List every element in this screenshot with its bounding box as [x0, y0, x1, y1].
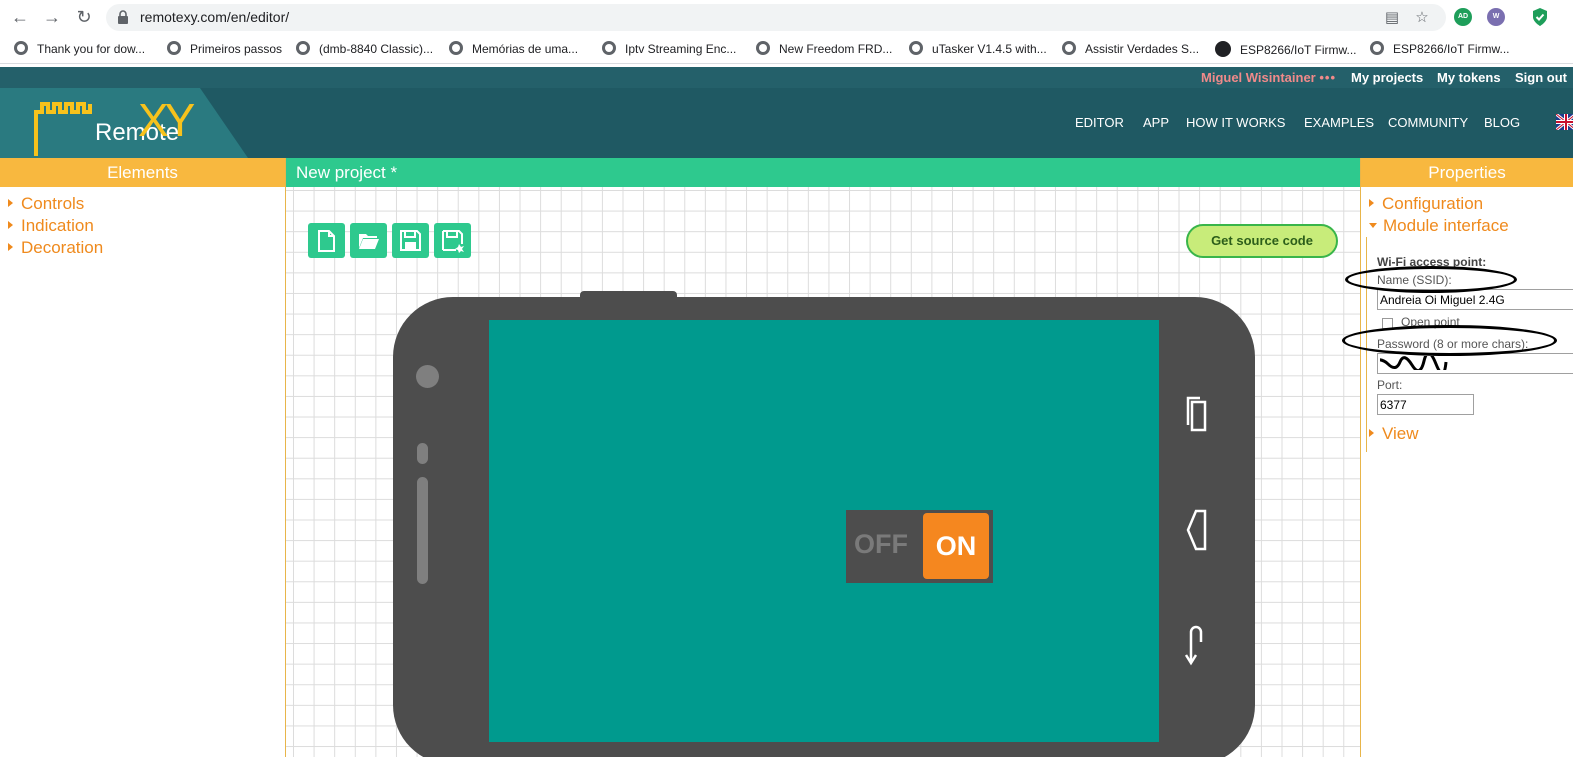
new-file-icon [318, 230, 335, 252]
bookmark-item[interactable]: Assistir Verdades S... [1062, 41, 1199, 59]
back-key-icon [1184, 625, 1203, 666]
save-disk-icon [400, 230, 421, 251]
extension-ad-icon[interactable]: AD [1454, 8, 1472, 26]
nav-blog[interactable]: BLOG [1484, 115, 1520, 130]
triangle-right-icon [8, 243, 13, 251]
password-input[interactable] [1367, 351, 1573, 375]
globe-icon [296, 41, 310, 55]
my-projects-link[interactable]: My projects [1351, 70, 1423, 85]
bookmarks-bar: Thank you for dow... Primeiros passos (d… [0, 35, 1573, 64]
nav-examples[interactable]: EXAMPLES [1304, 115, 1374, 130]
tree-item-indication[interactable]: Indication [8, 216, 94, 236]
triangle-right-icon [1369, 199, 1374, 207]
shield-check-icon[interactable] [1531, 7, 1549, 27]
properties-panel-title: Properties [1361, 158, 1573, 187]
bookmark-item[interactable]: Thank you for dow... [14, 41, 145, 59]
lock-icon [118, 10, 128, 24]
on-off-switch[interactable]: OFF ON [846, 510, 993, 583]
globe-icon [602, 41, 616, 55]
uk-flag-icon[interactable] [1556, 114, 1573, 130]
tree-item-module-interface[interactable]: Module interface [1369, 216, 1509, 236]
bookmark-item[interactable]: Memórias de uma... [449, 41, 578, 59]
port-label: Port: [1377, 378, 1403, 392]
tree-item-view[interactable]: View [1369, 424, 1419, 444]
project-title[interactable]: New project * [286, 158, 1360, 187]
logo-xy: XY [138, 94, 195, 146]
github-icon [1215, 41, 1231, 57]
properties-panel: Properties Configuration Module interfac… [1342, 158, 1573, 757]
globe-icon [1062, 41, 1076, 55]
port-input[interactable] [1377, 394, 1474, 415]
triangle-right-icon [1369, 429, 1374, 437]
phone-screen[interactable]: OFF ON [489, 320, 1159, 742]
editor-canvas[interactable]: Get source code OFF ON [286, 187, 1360, 757]
save-project-button[interactable] [392, 223, 429, 258]
address-bar[interactable]: remotexy.com/en/editor/ ▤ ☆ [106, 4, 1446, 31]
globe-icon [14, 41, 28, 55]
globe-icon [756, 41, 770, 55]
tree-item-decoration[interactable]: Decoration [8, 238, 103, 258]
switch-on-label: ON [923, 513, 989, 579]
phone-camera [416, 365, 439, 388]
globe-icon [1370, 41, 1384, 55]
reload-icon[interactable]: ↻ [74, 7, 94, 27]
annotation-oval-ssid [1345, 266, 1517, 293]
nav-how-it-works[interactable]: HOW IT WORKS [1186, 115, 1285, 130]
translate-icon[interactable]: ▤ [1382, 8, 1402, 28]
triangle-right-icon [8, 221, 13, 229]
bookmark-item[interactable]: New Freedom FRD... [756, 41, 892, 59]
save-as-button[interactable] [434, 223, 471, 258]
globe-icon [449, 41, 463, 55]
triangle-right-icon [8, 199, 13, 207]
bookmark-star-icon[interactable]: ☆ [1412, 8, 1432, 28]
phone-frame: OFF ON [393, 297, 1255, 757]
annotation-oval-password [1342, 325, 1557, 356]
browser-toolbar: ← → ↻ remotexy.com/en/editor/ ▤ ☆ AD W [0, 0, 1573, 35]
bookmark-item[interactable]: ESP8266/IoT Firmw... [1370, 41, 1510, 59]
site-header: Remote XY EDITOR APP HOW IT WORKS EXAMPL… [0, 88, 1573, 158]
phone-sensor [417, 443, 428, 464]
home-key-icon [1186, 509, 1207, 551]
tree-item-controls[interactable]: Controls [8, 194, 84, 214]
switch-off-label: OFF [854, 529, 908, 559]
bookmark-item[interactable]: ESP8266/IoT Firmw... [1215, 41, 1357, 59]
bookmark-item[interactable]: Iptv Streaming Enc... [602, 41, 736, 59]
bookmark-item[interactable]: Primeiros passos [167, 41, 282, 59]
open-project-button[interactable] [350, 223, 387, 258]
recent-apps-icon [1186, 396, 1207, 432]
globe-icon [909, 41, 923, 55]
new-project-button[interactable] [308, 223, 345, 258]
save-as-disk-icon [442, 230, 464, 253]
my-tokens-link[interactable]: My tokens [1437, 70, 1501, 85]
nav-app[interactable]: APP [1143, 115, 1169, 130]
elements-panel: Elements Controls Indication Decoration [0, 158, 286, 757]
forward-arrow-icon[interactable]: → [42, 7, 62, 27]
triangle-down-icon [1369, 223, 1377, 228]
extension-w-icon[interactable]: W [1487, 8, 1505, 26]
bookmark-item[interactable]: (dmb-8840 Classic)... [296, 41, 433, 59]
elements-panel-title: Elements [0, 158, 285, 187]
back-arrow-icon[interactable]: ← [10, 7, 30, 27]
bookmark-item[interactable]: uTasker V1.4.5 with... [909, 41, 1047, 59]
globe-icon [167, 41, 181, 55]
phone-speaker [417, 477, 428, 584]
nav-editor[interactable]: EDITOR [1075, 115, 1124, 130]
url-text[interactable]: remotexy.com/en/editor/ [140, 9, 289, 25]
remotexy-logo[interactable]: Remote XY [0, 88, 248, 158]
editor-workspace: New project * Get source code OFF ON [286, 158, 1360, 757]
sign-out-link[interactable]: Sign out [1515, 70, 1567, 85]
tree-item-configuration[interactable]: Configuration [1369, 194, 1483, 214]
redaction-scribble [1367, 351, 1448, 375]
nav-community[interactable]: COMMUNITY [1388, 115, 1468, 130]
user-menu[interactable]: Miguel Wisintainer ••• [1201, 70, 1336, 85]
open-folder-icon [359, 234, 379, 249]
get-source-code-button[interactable]: Get source code [1186, 224, 1338, 258]
user-bar: Miguel Wisintainer ••• My projects My to… [0, 67, 1573, 88]
